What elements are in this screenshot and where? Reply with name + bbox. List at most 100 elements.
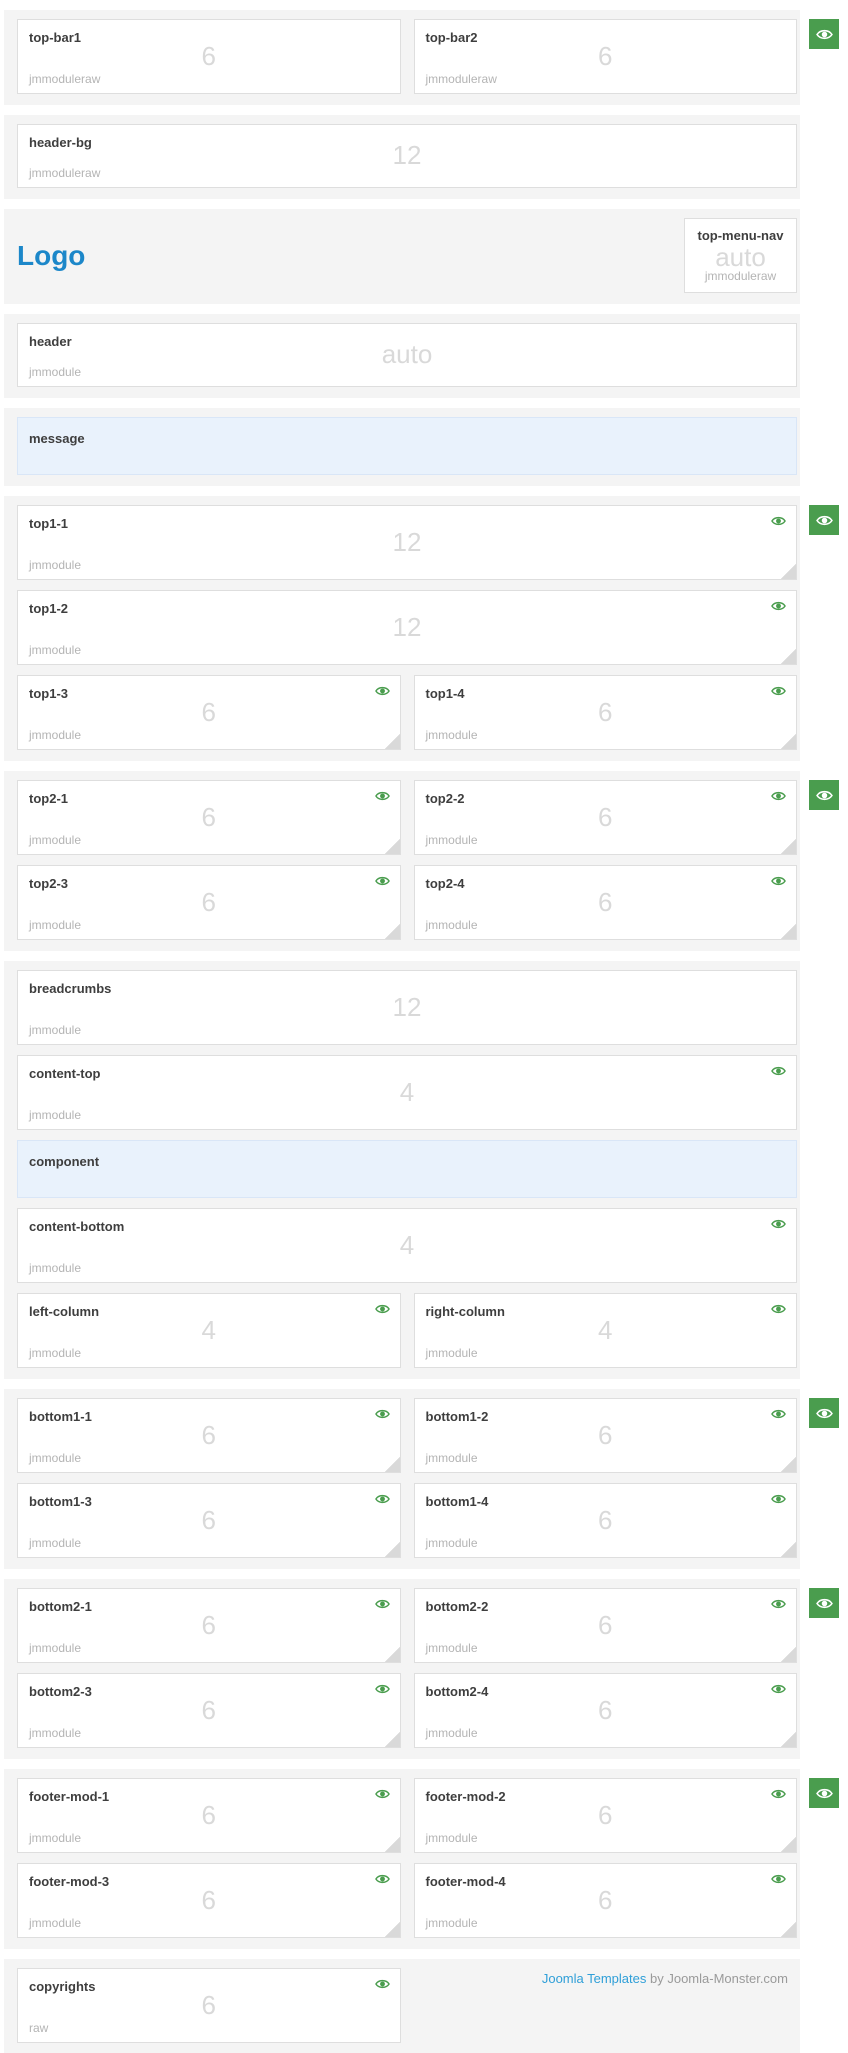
resize-handle[interactable] (781, 649, 796, 664)
position-block-footer-mod-2[interactable]: footer-mod-26jmmodule (414, 1778, 798, 1853)
row-top2: top2-16jmmoduletop2-26jmmoduletop2-36jmm… (4, 771, 800, 951)
eye-icon[interactable] (771, 1873, 786, 1885)
position-block-message[interactable]: message (17, 417, 797, 475)
block-grid-size: 6 (18, 1886, 400, 1912)
row-bottom1-blocks: bottom1-16jmmodulebottom1-26jmmodulebott… (17, 1398, 797, 1558)
position-block-bottom1-3[interactable]: bottom1-36jmmodule (17, 1483, 401, 1558)
eye-icon[interactable] (771, 1683, 786, 1695)
position-block-top2-2[interactable]: top2-26jmmodule (414, 780, 798, 855)
eye-icon[interactable] (771, 875, 786, 887)
position-block-top-menu-nav[interactable]: top-menu-navautojmmoduleraw (684, 218, 797, 293)
position-block-footer-mod-1[interactable]: footer-mod-16jmmodule (17, 1778, 401, 1853)
position-block-top2-3[interactable]: top2-36jmmodule (17, 865, 401, 940)
eye-icon[interactable] (375, 875, 390, 887)
position-block-bottom1-1[interactable]: bottom1-16jmmodule (17, 1398, 401, 1473)
eye-icon[interactable] (771, 1218, 786, 1230)
resize-handle[interactable] (781, 924, 796, 939)
block-title: component (29, 1154, 99, 1169)
eye-icon[interactable] (771, 1303, 786, 1315)
row-visibility-button[interactable] (809, 780, 839, 810)
eye-icon[interactable] (375, 1873, 390, 1885)
position-block-bottom2-2[interactable]: bottom2-26jmmodule (414, 1588, 798, 1663)
position-block-header[interactable]: headerautojmmodule (17, 323, 797, 387)
block-module-type: jmmodule (29, 918, 81, 932)
block-module-type: jmmodule (29, 1726, 81, 1740)
block-module-type: jmmoduleraw (705, 269, 776, 283)
resize-handle[interactable] (385, 1457, 400, 1472)
resize-handle[interactable] (385, 1647, 400, 1662)
block-module-type: jmmodule (29, 728, 81, 742)
eye-icon[interactable] (375, 1598, 390, 1610)
position-block-bottom1-2[interactable]: bottom1-26jmmodule (414, 1398, 798, 1473)
resize-handle[interactable] (385, 1732, 400, 1747)
resize-handle[interactable] (385, 1837, 400, 1852)
resize-handle[interactable] (385, 1542, 400, 1557)
eye-icon[interactable] (375, 1493, 390, 1505)
row-visibility-button[interactable] (809, 19, 839, 49)
position-block-top-bar2[interactable]: top-bar26jmmoduleraw (414, 19, 798, 94)
position-block-top-bar1[interactable]: top-bar16jmmoduleraw (17, 19, 401, 94)
row-visibility-button[interactable] (809, 1588, 839, 1618)
eye-icon[interactable] (771, 790, 786, 802)
eye-icon[interactable] (375, 1303, 390, 1315)
resize-handle[interactable] (781, 1922, 796, 1937)
position-block-component[interactable]: component (17, 1140, 797, 1198)
resize-handle[interactable] (781, 1647, 796, 1662)
resize-handle[interactable] (385, 734, 400, 749)
position-block-right-column[interactable]: right-column4jmmodule (414, 1293, 798, 1368)
resize-handle[interactable] (781, 839, 796, 854)
eye-icon[interactable] (771, 515, 786, 527)
resize-handle[interactable] (385, 924, 400, 939)
position-block-bottom2-4[interactable]: bottom2-46jmmodule (414, 1673, 798, 1748)
position-block-left-column[interactable]: left-column4jmmodule (17, 1293, 401, 1368)
row-top-bar-blocks: top-bar16jmmodulerawtop-bar26jmmoduleraw (17, 19, 797, 94)
position-block-bottom2-1[interactable]: bottom2-16jmmodule (17, 1588, 401, 1663)
eye-icon[interactable] (771, 600, 786, 612)
position-block-bottom2-3[interactable]: bottom2-36jmmodule (17, 1673, 401, 1748)
position-block-top1-3[interactable]: top1-36jmmodule (17, 675, 401, 750)
position-block-breadcrumbs[interactable]: breadcrumbs12jmmodule (17, 970, 797, 1045)
eye-icon[interactable] (375, 1408, 390, 1420)
position-block-copyrights[interactable]: copyrights6raw (17, 1968, 401, 2043)
eye-icon[interactable] (375, 1788, 390, 1800)
eye-icon[interactable] (375, 1683, 390, 1695)
position-block-content-bottom[interactable]: content-bottom4jmmodule (17, 1208, 797, 1283)
position-block-content-top[interactable]: content-top4jmmodule (17, 1055, 797, 1130)
resize-handle[interactable] (385, 1922, 400, 1937)
resize-handle[interactable] (781, 1837, 796, 1852)
row-visibility-button[interactable] (809, 1398, 839, 1428)
resize-handle[interactable] (781, 564, 796, 579)
position-block-top1-4[interactable]: top1-46jmmodule (414, 675, 798, 750)
resize-handle[interactable] (781, 1542, 796, 1557)
resize-handle[interactable] (385, 839, 400, 854)
position-block-top2-4[interactable]: top2-46jmmodule (414, 865, 798, 940)
resize-handle[interactable] (781, 734, 796, 749)
position-block-top2-1[interactable]: top2-16jmmodule (17, 780, 401, 855)
resize-handle[interactable] (781, 1457, 796, 1472)
position-block-top1-2[interactable]: top1-212jmmodule (17, 590, 797, 665)
eye-icon[interactable] (771, 1598, 786, 1610)
block-grid-size: 12 (18, 613, 796, 639)
eye-icon[interactable] (375, 685, 390, 697)
eye-icon[interactable] (771, 685, 786, 697)
block-module-type: jmmodule (29, 643, 81, 657)
block-grid-size: 6 (18, 1611, 400, 1637)
row-header-bg: header-bg12jmmoduleraw (4, 115, 800, 199)
eye-icon[interactable] (375, 1978, 390, 1990)
block-grid-size: 6 (18, 698, 400, 724)
position-block-footer-mod-3[interactable]: footer-mod-36jmmodule (17, 1863, 401, 1938)
resize-handle[interactable] (781, 1732, 796, 1747)
row-visibility-button[interactable] (809, 1778, 839, 1808)
eye-icon[interactable] (771, 1493, 786, 1505)
position-block-header-bg[interactable]: header-bg12jmmoduleraw (17, 124, 797, 188)
eye-icon[interactable] (771, 1788, 786, 1800)
position-block-footer-mod-4[interactable]: footer-mod-46jmmodule (414, 1863, 798, 1938)
eye-icon[interactable] (771, 1065, 786, 1077)
row-visibility-button[interactable] (809, 505, 839, 535)
block-module-type: jmmodule (29, 833, 81, 847)
joomla-templates-link[interactable]: Joomla Templates (542, 1971, 647, 1986)
position-block-bottom1-4[interactable]: bottom1-46jmmodule (414, 1483, 798, 1558)
position-block-top1-1[interactable]: top1-112jmmodule (17, 505, 797, 580)
eye-icon[interactable] (375, 790, 390, 802)
eye-icon[interactable] (771, 1408, 786, 1420)
